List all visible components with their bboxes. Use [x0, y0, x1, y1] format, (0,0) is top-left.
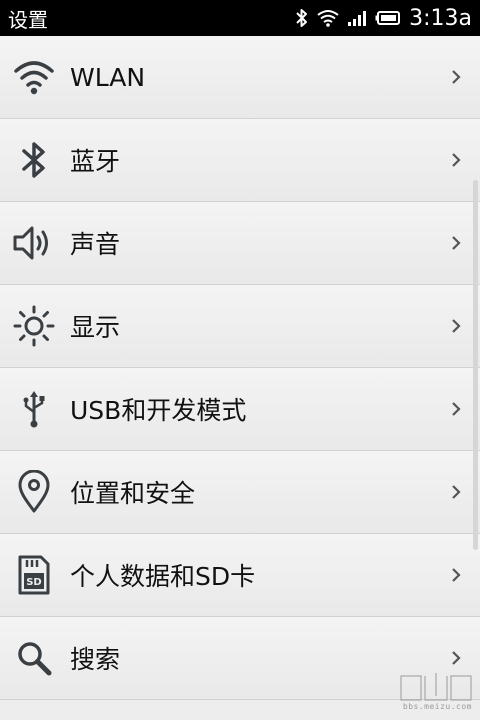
bluetooth-icon	[12, 138, 56, 182]
settings-item-label: WLAN	[70, 62, 146, 92]
chevron-right-icon	[450, 400, 462, 418]
sd-card-icon: SD	[12, 553, 56, 597]
watermark-graphic	[400, 673, 472, 701]
watermark-logo: bbs.meizu.com	[400, 672, 472, 714]
settings-item-label: USB和开发模式	[70, 396, 247, 425]
chevron-right-icon	[450, 317, 462, 335]
settings-list: WLAN 蓝牙 声音 显示 USB和开发模式 位置和安全 SD 个人数据和SD卡…	[0, 36, 480, 700]
status-icons: 3:13a	[295, 6, 472, 31]
battery-icon	[375, 10, 401, 26]
chevron-right-icon	[450, 566, 462, 584]
scrollbar[interactable]	[473, 180, 478, 550]
chevron-right-icon	[450, 483, 462, 501]
signal-icon	[347, 9, 367, 27]
status-time: 3:13a	[409, 5, 472, 31]
brightness-icon	[12, 304, 56, 348]
settings-item-label: 声音	[70, 230, 121, 259]
status-bar-title: 设置	[8, 7, 48, 32]
search-icon	[12, 636, 56, 680]
usb-icon	[12, 387, 56, 431]
settings-item-label: 个人数据和SD卡	[70, 562, 256, 591]
settings-item-label: 位置和安全	[70, 479, 196, 508]
bluetooth-icon	[295, 8, 309, 28]
settings-item-label: 显示	[70, 313, 121, 342]
chevron-right-icon	[450, 234, 462, 252]
settings-item-label: 搜索	[70, 645, 121, 674]
watermark-text: bbs.meizu.com	[402, 702, 472, 711]
wifi-icon	[317, 9, 339, 27]
speaker-icon	[12, 221, 56, 265]
settings-item-label: 蓝牙	[70, 147, 121, 176]
settings-item-display[interactable]: 显示	[0, 285, 480, 368]
chevron-right-icon	[450, 649, 462, 667]
chevron-right-icon	[450, 68, 462, 86]
settings-item-personal-data-sd[interactable]: SD 个人数据和SD卡	[0, 534, 480, 617]
status-bar: 设置 3:13a	[0, 0, 480, 36]
chevron-right-icon	[450, 151, 462, 169]
settings-item-sound[interactable]: 声音	[0, 202, 480, 285]
settings-item-location-security[interactable]: 位置和安全	[0, 451, 480, 534]
location-pin-icon	[12, 470, 56, 514]
svg-text:SD: SD	[26, 577, 42, 588]
settings-item-bluetooth[interactable]: 蓝牙	[0, 119, 480, 202]
settings-item-usb[interactable]: USB和开发模式	[0, 368, 480, 451]
settings-item-wlan[interactable]: WLAN	[0, 36, 480, 119]
wifi-icon	[12, 55, 56, 99]
